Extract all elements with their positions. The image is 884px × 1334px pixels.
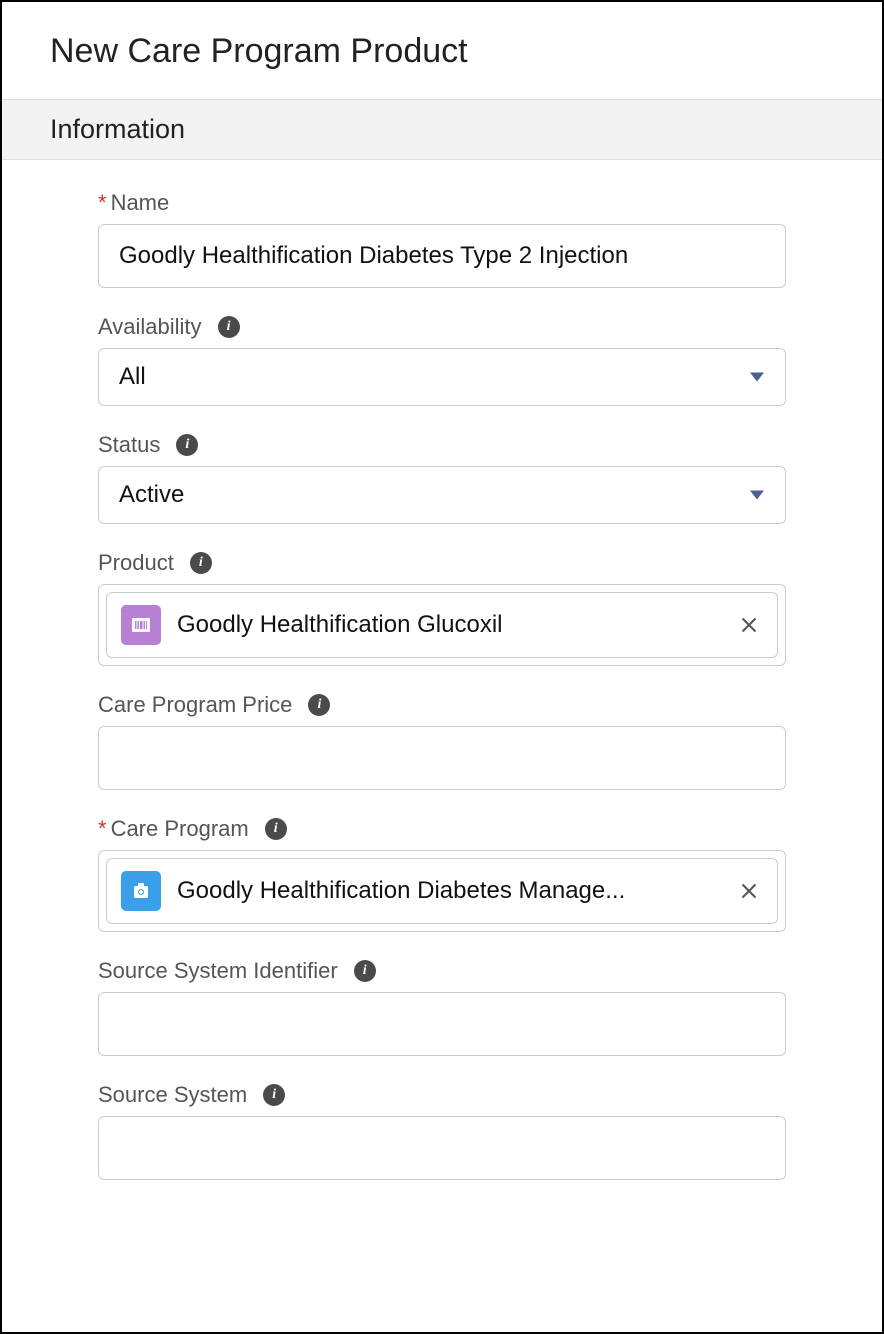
close-icon[interactable] — [735, 877, 763, 905]
name-input[interactable] — [98, 224, 786, 288]
label-source-system: Source System i — [98, 1082, 786, 1108]
product-icon — [121, 605, 161, 645]
label-name: * Name — [98, 190, 786, 216]
field-care-program-price: Care Program Price i — [98, 692, 786, 790]
field-name: * Name — [98, 190, 786, 288]
field-status: Status i Active — [98, 432, 786, 524]
label-status: Status i — [98, 432, 786, 458]
info-icon[interactable]: i — [263, 1084, 285, 1106]
availability-value: All — [119, 363, 146, 391]
page-title: New Care Program Product — [2, 2, 882, 99]
source-system-input[interactable] — [98, 1116, 786, 1180]
label-care-program-price: Care Program Price i — [98, 692, 786, 718]
info-icon[interactable]: i — [176, 434, 198, 456]
status-select-wrap: Active — [98, 466, 786, 524]
field-care-program: * Care Program i Goodly Healthification … — [98, 816, 786, 932]
care-program-lookup-pill: Goodly Healthification Diabetes Manage..… — [106, 858, 778, 924]
field-availability: Availability i All — [98, 314, 786, 406]
info-icon[interactable]: i — [190, 552, 212, 574]
field-source-system: Source System i — [98, 1082, 786, 1180]
label-product: Product i — [98, 550, 786, 576]
close-icon[interactable] — [735, 611, 763, 639]
care-program-lookup-text: Goodly Healthification Diabetes Manage..… — [177, 877, 727, 905]
form-body: * Name Availability i All Status i Activ… — [2, 160, 882, 1226]
label-name-text: Name — [111, 190, 170, 216]
info-icon[interactable]: i — [308, 694, 330, 716]
label-source-system-identifier: Source System Identifier i — [98, 958, 786, 984]
label-availability: Availability i — [98, 314, 786, 340]
label-source-system-identifier-text: Source System Identifier — [98, 958, 338, 984]
field-source-system-identifier: Source System Identifier i — [98, 958, 786, 1056]
label-source-system-text: Source System — [98, 1082, 247, 1108]
availability-select-wrap: All — [98, 348, 786, 406]
info-icon[interactable]: i — [218, 316, 240, 338]
care-program-price-input[interactable] — [98, 726, 786, 790]
label-availability-text: Availability — [98, 314, 202, 340]
info-icon[interactable]: i — [354, 960, 376, 982]
label-status-text: Status — [98, 432, 160, 458]
product-lookup-text: Goodly Healthification Glucoxil — [177, 611, 727, 639]
product-lookup-pill: Goodly Healthification Glucoxil — [106, 592, 778, 658]
label-care-program: * Care Program i — [98, 816, 786, 842]
availability-select[interactable]: All — [98, 348, 786, 406]
status-value: Active — [119, 481, 184, 509]
label-product-text: Product — [98, 550, 174, 576]
source-system-identifier-input[interactable] — [98, 992, 786, 1056]
required-marker: * — [98, 190, 107, 216]
label-care-program-text: Care Program — [111, 816, 249, 842]
required-marker: * — [98, 816, 107, 842]
section-header-information: Information — [2, 99, 882, 160]
product-lookup[interactable]: Goodly Healthification Glucoxil — [98, 584, 786, 666]
care-program-icon — [121, 871, 161, 911]
label-care-program-price-text: Care Program Price — [98, 692, 292, 718]
info-icon[interactable]: i — [265, 818, 287, 840]
field-product: Product i Goodly Healthification Glucoxi… — [98, 550, 786, 666]
care-program-lookup[interactable]: Goodly Healthification Diabetes Manage..… — [98, 850, 786, 932]
status-select[interactable]: Active — [98, 466, 786, 524]
